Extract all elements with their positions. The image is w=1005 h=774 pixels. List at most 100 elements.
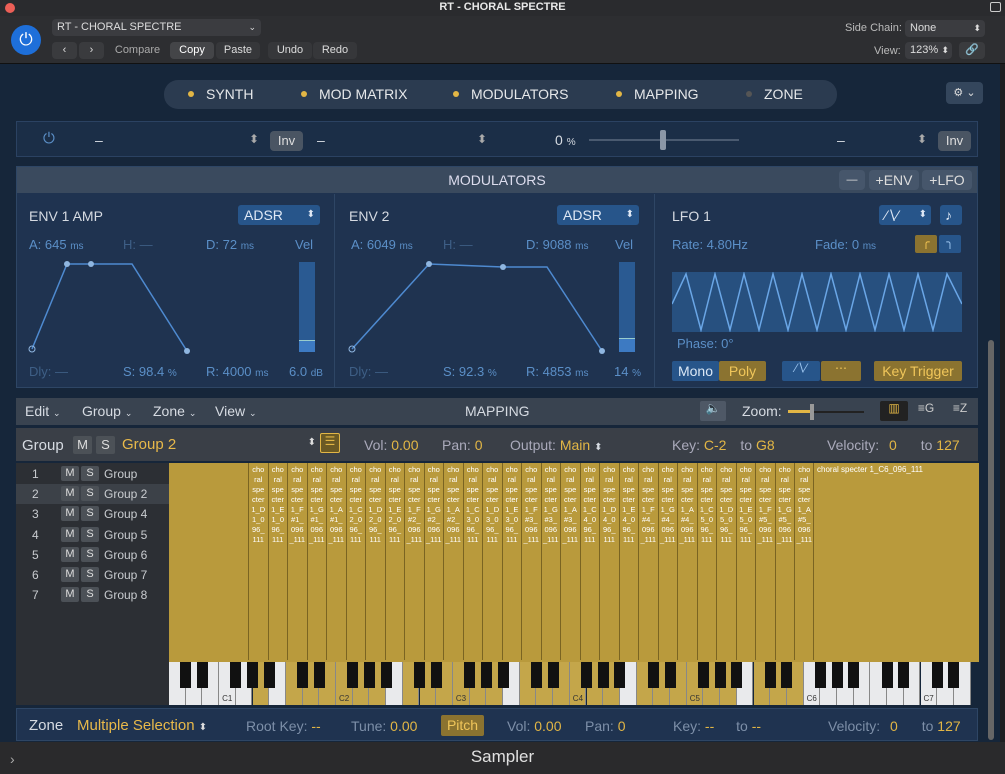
zone-lane[interactable]: cho ral spe cter 1_D 5_0 96_ 111	[716, 463, 736, 660]
lfo1-fade[interactable]: Fade: 0 ms	[815, 237, 876, 252]
black-key[interactable]	[931, 662, 943, 688]
zone-lane[interactable]: cho ral spe cter 1_F #2_ 096 _111	[404, 463, 424, 660]
zone-volume[interactable]: Vol: 0.00	[507, 718, 562, 734]
zone-lane[interactable]: cho ral spe cter 1_F #4_ 096 _111	[638, 463, 658, 660]
power-button[interactable]: ⏻	[11, 25, 41, 55]
black-key[interactable]	[647, 662, 659, 688]
bipolar-button[interactable]: ⋯	[821, 361, 861, 381]
black-key[interactable]	[480, 662, 492, 688]
env2-attack[interactable]: A: 6049 ms	[351, 237, 413, 252]
black-key[interactable]	[781, 662, 793, 688]
group-view-button[interactable]: ≡G	[912, 401, 940, 421]
group-row-solo-button[interactable]: S	[81, 526, 99, 542]
unipolar-button[interactable]: ⁄∖⁄	[782, 361, 820, 381]
group-row-mute-button[interactable]: M	[61, 486, 79, 502]
zone-key-range[interactable]: Key: -- to --	[673, 718, 761, 734]
group-row-solo-button[interactable]: S	[81, 587, 99, 603]
group-row-mute-button[interactable]: M	[61, 567, 79, 582]
link-button[interactable]: 🔗	[959, 42, 985, 59]
window-extend-icon[interactable]	[990, 2, 1001, 12]
disclosure-chevron-icon[interactable]: ›	[10, 751, 15, 767]
tab-modulators[interactable]: MODULATORS	[453, 80, 569, 109]
env2-envelope-graph[interactable]	[347, 259, 612, 359]
group-pan[interactable]: Pan: 0	[442, 437, 483, 453]
zone-lane[interactable]: cho ral spe cter 1_C 3_0 96_ 111	[462, 463, 482, 660]
black-key[interactable]	[363, 662, 375, 688]
black-key[interactable]	[247, 662, 258, 688]
env2-release[interactable]: R: 4853 ms	[526, 364, 589, 379]
black-key[interactable]	[581, 662, 592, 688]
zone-tune[interactable]: Tune: 0.00	[351, 718, 417, 734]
group-row[interactable]: 2 M S Group 2	[16, 484, 169, 505]
env1-velocity-value[interactable]: 6.0 dB	[289, 364, 323, 379]
group-key-range[interactable]: Key: C-2 to G8	[672, 437, 775, 453]
black-key[interactable]	[697, 662, 709, 688]
close-window-button[interactable]	[5, 3, 15, 13]
zone-lane[interactable]: cho ral spe cter 1_G #1_ 096 _111	[306, 463, 326, 660]
root-key[interactable]: Root Key: --	[246, 718, 321, 734]
black-key[interactable]	[664, 662, 676, 688]
black-key[interactable]	[297, 662, 309, 688]
env2-velocity-slider[interactable]	[619, 262, 635, 352]
black-key[interactable]	[848, 662, 860, 688]
group-row[interactable]: 1 M S Group	[16, 464, 169, 484]
env2-delay[interactable]: Dly: —	[349, 364, 388, 379]
black-key[interactable]	[313, 662, 325, 688]
keyboard-view-button[interactable]: ▥	[880, 401, 908, 421]
black-key[interactable]	[547, 662, 559, 688]
env1-delay[interactable]: Dly: —	[29, 364, 68, 379]
black-key[interactable]	[464, 662, 476, 688]
compare-button[interactable]: Compare	[110, 42, 165, 59]
redo-button[interactable]: Redo	[313, 42, 357, 59]
group-row[interactable]: 3 M S Group 4	[16, 504, 169, 524]
env2-decay[interactable]: D: 9088 ms	[526, 237, 589, 252]
black-key[interactable]	[180, 662, 192, 688]
zone-menu[interactable]: Zone ⌄	[153, 403, 196, 419]
black-key[interactable]	[764, 662, 776, 688]
env1-sustain[interactable]: S: 98.4 %	[123, 364, 177, 379]
env1-mode-select[interactable]: ADSR ⬍	[238, 205, 320, 225]
zone-pan[interactable]: Pan: 0	[585, 718, 626, 734]
zone-lane[interactable]: cho ral spe cter 1_A #5_ 096 _111	[794, 463, 814, 660]
zone-velocity-range[interactable]: Velocity: 0 to 127	[828, 718, 961, 734]
invert-via-button[interactable]: Inv	[938, 131, 971, 151]
lfo1-waveform-select[interactable]: ⁄∖⁄ ⬍	[879, 205, 931, 225]
zone-lane[interactable]: cho ral spe cter 1_C 4_0 96_ 111	[579, 463, 599, 660]
group-row-solo-button[interactable]: S	[81, 466, 99, 481]
zone-lane[interactable]: cho ral spe cter 1_D 4_0 96_ 111	[599, 463, 619, 660]
previous-preset-button[interactable]: ‹	[52, 42, 77, 59]
zone-lane[interactable]: cho ral spe cter 1_E 3_0 96_ 111	[501, 463, 521, 660]
zone-lane[interactable]: cho ral spe cter 1_E 2_0 96_ 111	[384, 463, 404, 660]
zone-lane-last[interactable]: choral specter 1_C6_096_111	[813, 463, 979, 660]
scrollbar[interactable]	[988, 340, 994, 740]
zone-lane[interactable]: cho ral spe cter 1_G #4_ 096 _111	[657, 463, 677, 660]
black-key[interactable]	[263, 662, 275, 688]
black-key[interactable]	[881, 662, 893, 688]
zone-lane[interactable]: cho ral spe cter 1_A #2_ 096 _111	[443, 463, 463, 660]
zone-lane[interactable]: cho ral spe cter 1_C 2_0 96_ 111	[345, 463, 365, 660]
fade-out-button[interactable]: ╮	[939, 235, 961, 253]
env1-attack[interactable]: A: 645 ms	[29, 237, 84, 252]
group-row[interactable]: 7 M S Group 8	[16, 585, 169, 605]
zone-lane[interactable]: cho ral spe cter 1_D 1_0 96_ 111	[248, 463, 268, 660]
env1-velocity-slider[interactable]	[299, 262, 315, 352]
tab-mapping[interactable]: MAPPING	[616, 80, 699, 109]
group-row-mute-button[interactable]: M	[61, 466, 79, 481]
group-menu[interactable]: Group ⌄	[82, 403, 132, 419]
env2-mode-select[interactable]: ADSR ⬍	[557, 205, 639, 225]
mod-source-select[interactable]: –	[95, 132, 265, 148]
black-key[interactable]	[430, 662, 442, 688]
black-key[interactable]	[414, 662, 425, 688]
mod-amount-value[interactable]: 0 %	[555, 132, 576, 148]
settings-menu-button[interactable]: ⚙ ⌄	[946, 82, 983, 104]
group-row[interactable]: 5 M S Group 6	[16, 545, 169, 565]
tab-zone[interactable]: ZONE	[746, 80, 803, 109]
black-key[interactable]	[614, 662, 626, 688]
mod-destination-select[interactable]: –	[317, 132, 325, 148]
zone-lane[interactable]: cho ral spe cter 1_E 5_0 96_ 111	[735, 463, 755, 660]
group-row-solo-button[interactable]: S	[81, 486, 99, 502]
group-list-button[interactable]: ☰	[320, 433, 340, 453]
zone-lane[interactable]: cho ral spe cter 1_D 2_0 96_ 111	[365, 463, 385, 660]
tab-mod-matrix[interactable]: MOD MATRIX	[301, 80, 407, 109]
pitch-button[interactable]: Pitch	[441, 715, 484, 736]
